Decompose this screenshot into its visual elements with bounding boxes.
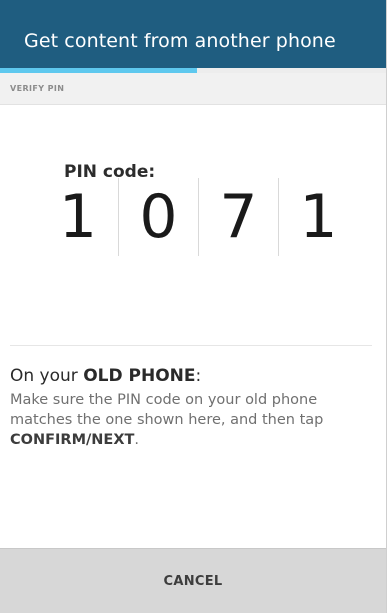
instruction-heading: On your OLD PHONE: — [10, 366, 201, 386]
cancel-button[interactable]: CANCEL — [0, 549, 386, 613]
section-header: VERIFY PIN — [0, 73, 386, 105]
instruction-body-text: Make sure the PIN code on your old phone… — [10, 392, 324, 428]
footer-bar: CANCEL — [0, 548, 386, 613]
app-header: Get content from another phone — [0, 0, 386, 68]
screen: Get content from another phone VERIFY PI… — [0, 0, 387, 613]
pin-digit-1: 1 — [58, 182, 98, 252]
instruction-heading-prefix: On your — [10, 366, 84, 386]
section-label: VERIFY PIN — [10, 84, 65, 93]
pin-digit-2: 0 — [118, 178, 198, 256]
instruction-heading-emphasis: OLD PHONE — [83, 366, 196, 386]
pin-code-display: 1 0 7 1 — [38, 178, 358, 256]
pin-digit-4: 1 — [278, 178, 358, 256]
pin-digit-3: 7 — [198, 178, 278, 256]
instruction-heading-suffix: : — [195, 366, 202, 386]
page-title: Get content from another phone — [24, 30, 336, 52]
divider — [10, 345, 372, 346]
instruction-body: Make sure the PIN code on your old phone… — [10, 390, 376, 450]
instruction-body-emphasis: CONFIRM/NEXT — [10, 432, 135, 448]
instruction-body-end: . — [134, 432, 140, 448]
